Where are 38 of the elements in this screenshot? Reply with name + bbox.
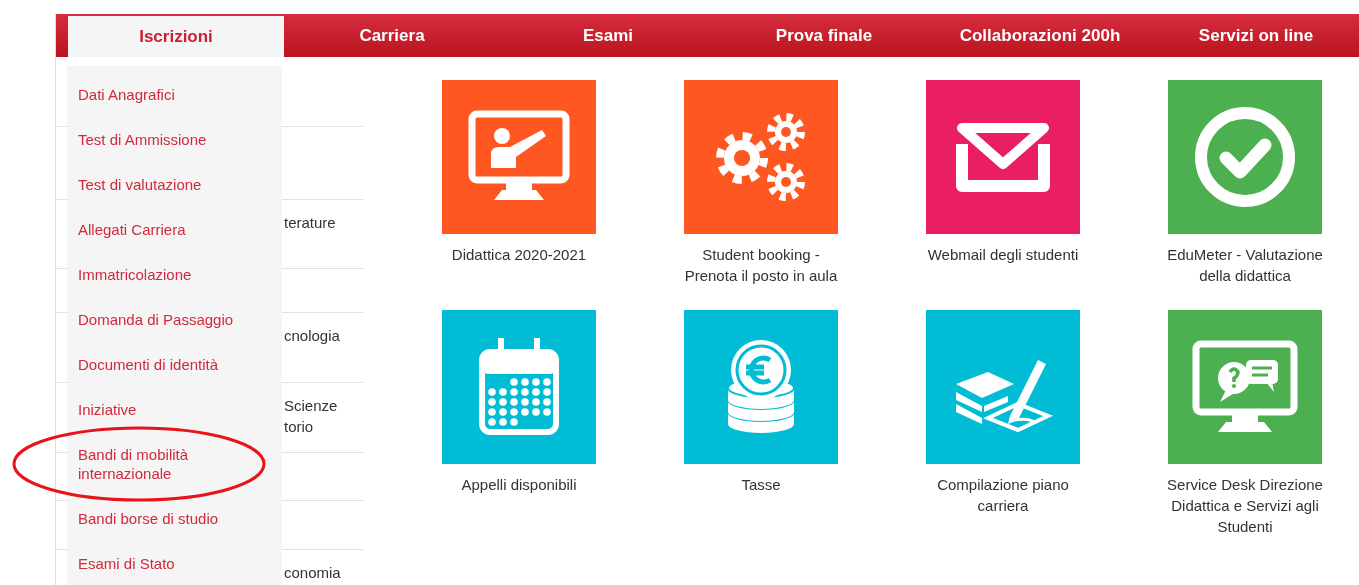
service-link[interactable]: EduMeter - Valutazione della didattica — [1162, 244, 1328, 286]
nav-tab[interactable]: Carriera — [284, 14, 500, 57]
service-link[interactable]: Tasse — [678, 474, 844, 495]
menu-item[interactable]: Test di valutazione — [67, 162, 282, 207]
menu-item[interactable]: Esami di Stato — [67, 541, 282, 585]
service-link[interactable]: Appelli disponibili — [436, 474, 602, 495]
menu-item[interactable]: Allegati Carriera — [67, 207, 282, 252]
service-tile[interactable] — [926, 80, 1080, 234]
service-tile[interactable] — [684, 80, 838, 234]
service-tile[interactable] — [1168, 310, 1322, 464]
nav-tab[interactable]: Prova finale — [716, 14, 932, 57]
service-tile[interactable] — [1168, 80, 1322, 234]
service-tile[interactable] — [684, 310, 838, 464]
service-link[interactable]: Service Desk Direzione Didattica e Servizi agli Studenti — [1162, 474, 1328, 537]
menu-item[interactable]: Bandi di mobilità internazionale — [67, 432, 282, 496]
service-tile[interactable] — [442, 310, 596, 464]
service-link[interactable]: Compilazione piano carriera — [920, 474, 1086, 516]
nav-tab[interactable]: Iscrizioni — [68, 16, 284, 57]
service-tile[interactable] — [926, 310, 1080, 464]
list-text: Scienze — [284, 396, 339, 416]
nav-tab[interactable]: Esami — [500, 14, 716, 57]
menu-item[interactable]: Domanda di Passaggio — [67, 297, 282, 342]
service-tile[interactable] — [442, 80, 596, 234]
menu-item[interactable]: Immatricolazione — [67, 252, 282, 297]
nav-tab[interactable]: Servizi on line — [1148, 14, 1359, 57]
service-link[interactable]: Student booking - Prenota il posto in aula — [678, 244, 844, 286]
list-text: terature — [284, 213, 337, 233]
service-link[interactable]: Webmail degli studenti — [920, 244, 1086, 265]
menu-item[interactable]: Test di Ammissione — [67, 117, 282, 162]
nav-tab[interactable]: Collaborazioni 200h — [932, 14, 1148, 57]
menu-item[interactable]: Iniziative — [67, 387, 282, 432]
list-text: conomia — [284, 563, 342, 583]
menu-item[interactable]: Bandi borse di studio — [67, 496, 282, 541]
menu-item[interactable]: Dati Anagrafici — [67, 72, 282, 117]
list-text: cnologia — [284, 326, 341, 346]
service-link[interactable]: Didattica 2020-2021 — [436, 244, 602, 265]
list-text: torio — [284, 417, 315, 437]
menu-item[interactable]: Documenti di identità — [67, 342, 282, 387]
